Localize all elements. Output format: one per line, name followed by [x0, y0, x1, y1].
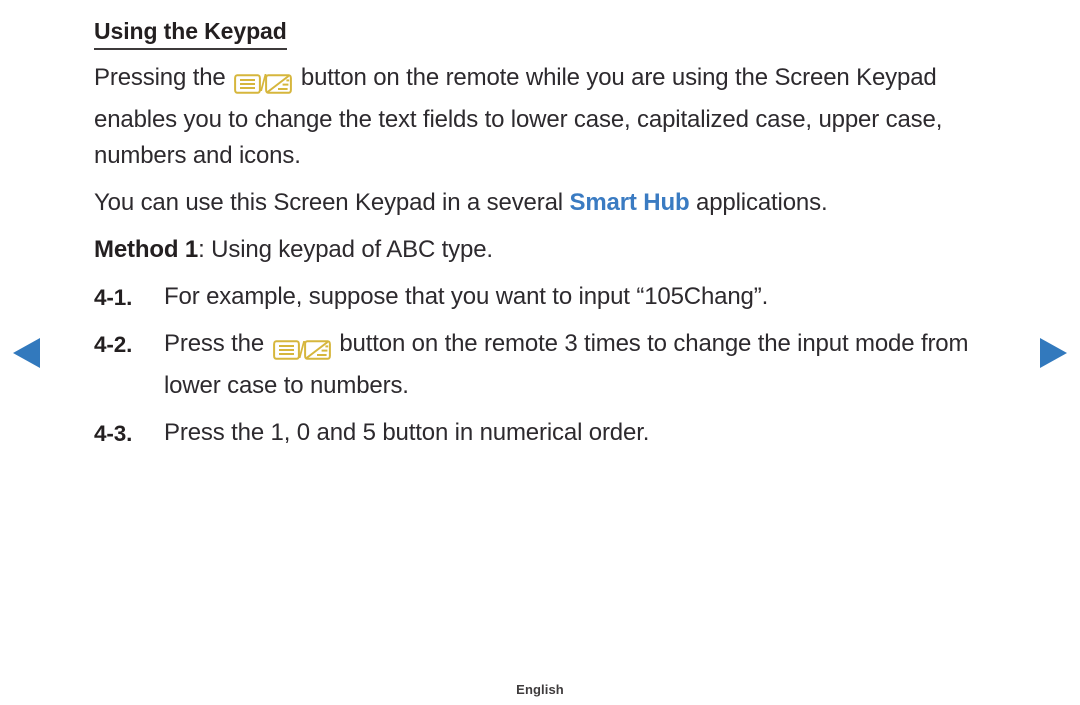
step-number: 4-1. [94, 284, 133, 310]
step-item-4-3: 4-3. Press the 1, 0 and 5 button in nume… [94, 415, 1024, 453]
step-item-4-1: 4-1. For example, suppose that you want … [94, 279, 1024, 317]
footer-language-label: English [516, 682, 564, 697]
step-text: Press the / button on the remote 3 times… [164, 326, 1024, 404]
next-page-arrow-icon[interactable] [1036, 335, 1070, 371]
paragraph-2-text-before-highlight: You can use this Screen Keypad in a seve… [94, 188, 570, 216]
step-text: For example, suppose that you want to in… [164, 279, 1024, 316]
step-text-part: For example, suppose that you want to in… [164, 282, 769, 310]
method-1-description: : Using keypad of ABC type. [198, 236, 493, 264]
content-area: Pressing the / button on the remote whil… [94, 60, 1024, 462]
step-text: Press the 1, 0 and 5 button in numerical… [164, 415, 1024, 452]
mode-change-key-icon: / [234, 65, 293, 102]
paragraph-pressing-the-button: Pressing the / button on the remote whil… [94, 60, 1024, 175]
step-text-before-icon: Press the [164, 330, 271, 358]
manual-page: Using the Keypad Pressing the / button o… [0, 0, 1080, 705]
method-1-label: Method 1 [94, 236, 199, 264]
step-list: 4-1. For example, suppose that you want … [94, 279, 1024, 452]
paragraph-2-text-after-highlight: applications. [689, 188, 828, 216]
page-title: Using the Keypad [94, 18, 287, 51]
paragraph-smart-hub-applications: You can use this Screen Keypad in a seve… [94, 185, 1024, 222]
step-text-part: Press the 1, 0 and 5 button in numerical… [164, 418, 650, 446]
step-item-4-2: 4-2. Press the / button on the remote 3 … [94, 326, 1024, 404]
step-number: 4-3. [94, 420, 133, 446]
paragraph-method-1: Method 1: Using keypad of ABC type. [94, 232, 1024, 269]
mode-change-key-icon: / [272, 331, 331, 368]
step-number: 4-2. [94, 332, 133, 358]
paragraph-1-text-before-icon: Pressing the [94, 64, 233, 91]
previous-page-arrow-icon[interactable] [10, 335, 44, 371]
smart-hub-label: Smart Hub [569, 188, 690, 216]
